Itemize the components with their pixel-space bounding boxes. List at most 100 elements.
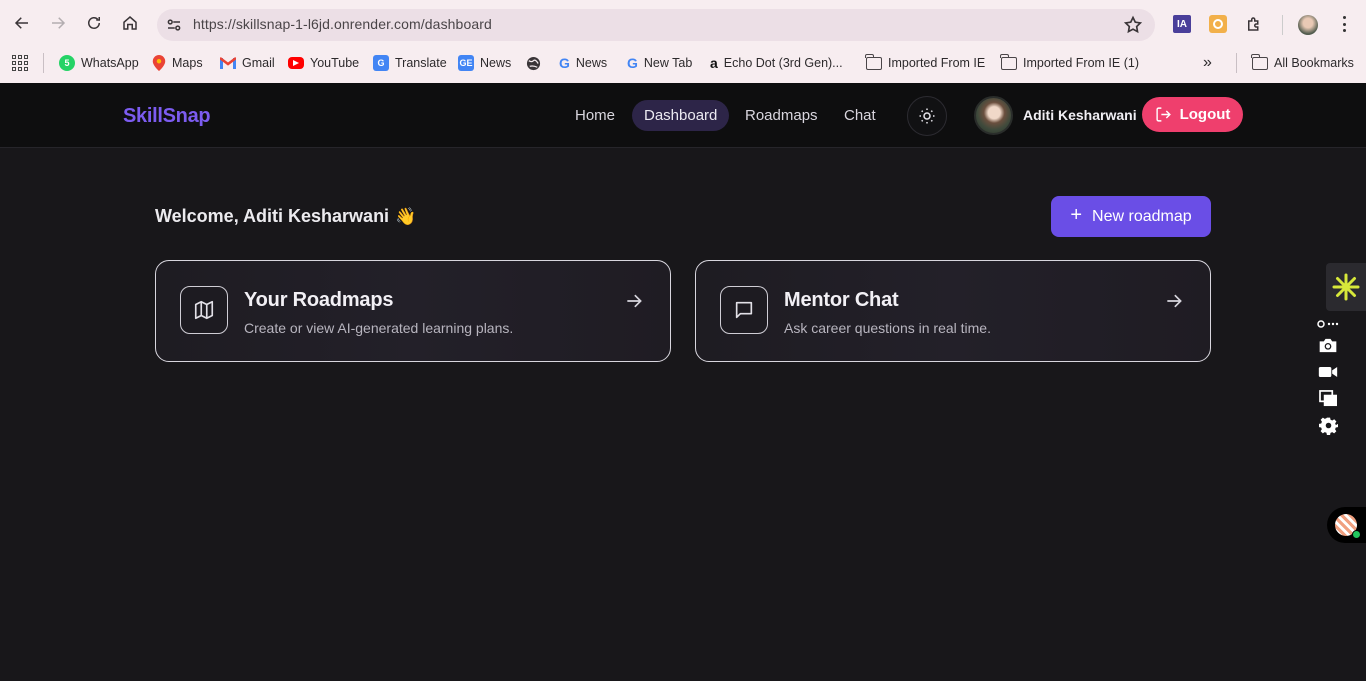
bookmark-label: WhatsApp	[81, 56, 139, 70]
link-more-icon[interactable]	[1317, 318, 1339, 330]
bookmark-gmail[interactable]: Gmail	[220, 53, 275, 73]
bookmark-label: Gmail	[242, 56, 275, 70]
toolbar-divider	[1282, 15, 1283, 35]
mentor-chat-card[interactable]: Mentor Chat Ask career questions in real…	[695, 260, 1211, 362]
settings-gear-icon[interactable]	[1317, 416, 1339, 435]
globe-icon	[526, 56, 541, 70]
card-title: Mentor Chat	[784, 289, 899, 311]
home-icon	[123, 16, 137, 30]
bookmarks-bar: 5 WhatsApp Maps Gmail YouTube G Translat…	[0, 47, 1366, 83]
back-button[interactable]	[9, 10, 35, 36]
bookmark-globe[interactable]	[526, 53, 547, 73]
app-header: SkillSnap Home Dashboard Roadmaps Chat A…	[0, 83, 1366, 148]
gmail-icon	[220, 57, 236, 69]
bookmark-star-icon[interactable]	[1123, 15, 1143, 35]
folder-icon	[1251, 53, 1268, 70]
bookmark-echo-dot[interactable]: a Echo Dot (3rd Gen)...	[710, 53, 843, 73]
user-name[interactable]: Aditi Kesharwani	[1023, 107, 1137, 123]
arrow-left-icon	[14, 17, 28, 29]
welcome-heading: Welcome, Aditi Kesharwani 👋	[155, 206, 416, 227]
ia-extension-icon[interactable]: IA	[1173, 15, 1191, 33]
bookmark-folder-ie[interactable]: Imported From IE	[865, 53, 986, 73]
reload-icon	[88, 17, 100, 29]
camera-icon[interactable]	[1317, 336, 1339, 354]
bookmark-label: News	[575, 56, 608, 70]
video-camera-icon[interactable]	[1317, 363, 1339, 381]
bookmark-google-news[interactable]: G News	[559, 53, 607, 73]
google-g-icon: G	[559, 55, 570, 71]
roadmaps-card[interactable]: Your Roadmaps Create or view AI-generate…	[155, 260, 671, 362]
reload-button[interactable]	[81, 10, 107, 36]
map-icon	[180, 286, 228, 334]
logout-label: Logout	[1179, 106, 1231, 123]
card-description: Ask career questions in real time.	[784, 320, 991, 336]
home-button[interactable]	[117, 10, 143, 36]
all-bookmarks-label: All Bookmarks	[1274, 56, 1354, 70]
sun-icon	[919, 108, 935, 124]
site-info-icon[interactable]	[165, 16, 183, 34]
floating-assistant-avatar[interactable]	[1327, 507, 1366, 543]
bookmark-news[interactable]: GE News	[458, 53, 511, 73]
whatsapp-icon: 5	[59, 55, 75, 71]
bookmark-label: Maps	[172, 56, 203, 70]
logout-icon	[1156, 107, 1171, 122]
copy-window-icon[interactable]	[1317, 389, 1339, 407]
maps-pin-icon	[152, 55, 166, 71]
new-roadmap-button[interactable]: + New roadmap	[1051, 196, 1211, 237]
nav-dashboard[interactable]: Dashboard	[632, 100, 730, 131]
profile-avatar[interactable]	[1298, 15, 1318, 35]
address-bar[interactable]: https://skillsnap-1-l6jd.onrender.com/da…	[157, 9, 1155, 41]
asterisk-extension-button[interactable]	[1326, 263, 1366, 311]
bookmark-label: New Tab	[643, 56, 693, 70]
theme-toggle-button[interactable]	[907, 96, 947, 136]
bookmark-whatsapp[interactable]: 5 WhatsApp	[59, 53, 139, 73]
chat-bubble-icon	[720, 286, 768, 334]
card-title: Your Roadmaps	[244, 289, 394, 311]
bookmark-label: Echo Dot (3rd Gen)...	[723, 56, 843, 70]
translate-icon: G	[373, 55, 389, 71]
extensions-puzzle-icon[interactable]	[1245, 15, 1263, 33]
bookmark-new-tab[interactable]: G New Tab	[627, 53, 692, 73]
arrow-right-icon	[52, 17, 66, 29]
arrow-right-icon	[1167, 294, 1182, 308]
bookmark-folder-ie-1[interactable]: Imported From IE (1)	[1000, 53, 1139, 73]
new-roadmap-label: New roadmap	[1092, 207, 1192, 225]
nav-chat[interactable]: Chat	[832, 100, 888, 131]
logout-button[interactable]: Logout	[1142, 97, 1243, 132]
bookmark-label: Translate	[395, 56, 447, 70]
brand-logo[interactable]: SkillSnap	[123, 105, 211, 128]
bookmarks-divider	[1236, 53, 1237, 73]
bookmarks-divider	[43, 53, 44, 73]
arrow-right-icon	[627, 294, 642, 308]
browser-toolbar: https://skillsnap-1-l6jd.onrender.com/da…	[0, 0, 1366, 47]
folder-icon	[1000, 53, 1017, 70]
amazon-icon: a	[710, 55, 718, 71]
more-bookmarks-chevron-icon[interactable]: »	[1203, 53, 1212, 73]
bookmark-maps[interactable]: Maps	[152, 53, 203, 73]
url-text[interactable]: https://skillsnap-1-l6jd.onrender.com/da…	[193, 16, 492, 32]
bookmark-label: YouTube	[310, 56, 360, 70]
all-bookmarks-folder[interactable]: All Bookmarks	[1251, 53, 1354, 73]
user-avatar[interactable]	[974, 96, 1013, 135]
chrome-menu-icon[interactable]	[1334, 13, 1354, 35]
bookmark-label: News	[480, 56, 512, 70]
assistant-avatar-icon	[1335, 514, 1361, 539]
welcome-text: Welcome, Aditi Kesharwani	[155, 206, 390, 226]
google-news-icon: GE	[458, 55, 474, 71]
bookmark-translate[interactable]: G Translate	[373, 53, 447, 73]
wave-emoji-icon: 👋	[395, 207, 417, 226]
nav-roadmaps[interactable]: Roadmaps	[733, 100, 830, 131]
google-g-icon: G	[627, 55, 638, 71]
youtube-icon	[288, 57, 304, 69]
orange-extension-icon[interactable]	[1209, 15, 1227, 33]
forward-button[interactable]	[45, 10, 71, 36]
bookmark-label: Imported From IE	[888, 56, 986, 70]
nav-home[interactable]: Home	[563, 100, 627, 131]
folder-icon	[865, 53, 882, 70]
apps-grid-icon[interactable]	[12, 55, 28, 71]
card-description: Create or view AI-generated learning pla…	[244, 320, 514, 336]
asterisk-icon	[1332, 273, 1360, 301]
plus-icon: +	[1070, 204, 1083, 226]
bookmark-youtube[interactable]: YouTube	[288, 53, 359, 73]
bookmark-label: Imported From IE (1)	[1023, 56, 1139, 70]
